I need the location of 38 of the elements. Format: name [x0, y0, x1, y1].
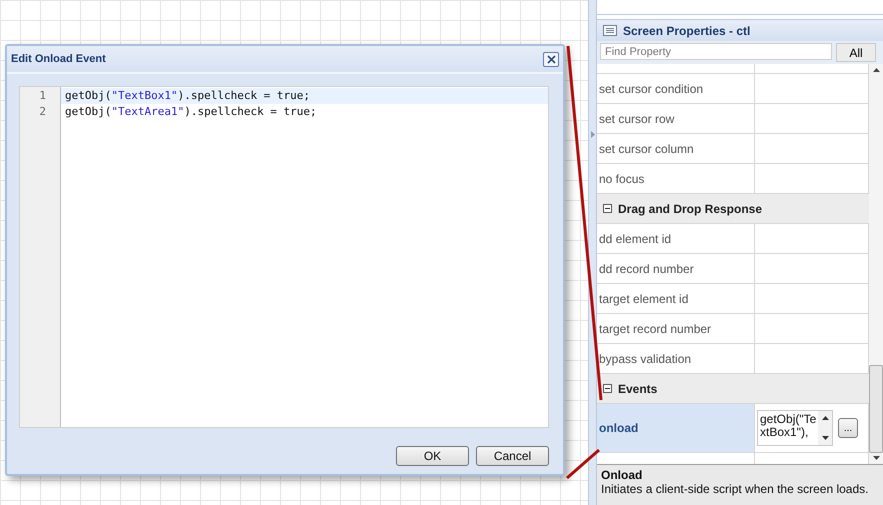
list-icon — [603, 25, 617, 36]
collapse-icon[interactable] — [603, 204, 612, 213]
property-name[interactable]: target record number — [599, 322, 712, 336]
annotation-line — [566, 448, 600, 480]
property-name[interactable]: dd element id — [599, 232, 672, 246]
line-number: 2 — [38, 104, 47, 120]
scroll-up-icon[interactable] — [822, 416, 828, 420]
description-text: Initiates a client-side script when the screen loads. — [601, 482, 870, 496]
property-name[interactable]: set cursor row — [599, 112, 674, 126]
code-editor[interactable]: 1 2 getObj("TextBox1").spellcheck = true; getObj("TextArea1").spellcheck = true; — [19, 86, 549, 428]
ok-button[interactable]: OK — [396, 446, 469, 466]
description-title: Onload — [601, 468, 644, 482]
script-field[interactable]: getObj("TextBox1"), — [757, 410, 833, 446]
line-number: 1 — [38, 88, 47, 104]
scrollbar-thumb[interactable] — [869, 365, 883, 453]
collapse-icon[interactable] — [603, 384, 612, 393]
close-icon — [546, 54, 556, 64]
cancel-button[interactable]: Cancel — [476, 446, 549, 466]
all-button[interactable]: All — [836, 43, 876, 62]
section-header[interactable]: Events — [618, 382, 658, 396]
splitter-handle[interactable] — [588, 0, 597, 505]
property-name[interactable]: bypass validation — [599, 352, 692, 366]
property-name[interactable]: onload — [599, 421, 638, 435]
property-name[interactable]: set cursor column — [599, 142, 694, 156]
property-name[interactable]: no focus — [599, 172, 644, 186]
property-name[interactable]: dd record number — [599, 262, 694, 276]
scroll-down-icon[interactable] — [822, 436, 828, 440]
panel-title: Screen Properties - ctl — [623, 24, 750, 38]
scroll-down-icon[interactable] — [872, 456, 880, 460]
edit-button[interactable]: ... — [838, 418, 858, 438]
search-field[interactable]: Find Property — [600, 43, 832, 60]
scroll-up-icon[interactable] — [872, 68, 880, 72]
property-name[interactable]: target element id — [599, 292, 688, 306]
window-title: Edit Onload Event — [11, 53, 106, 65]
property-name[interactable]: set cursor condition — [599, 82, 704, 96]
code-line: getObj("TextArea1").spellcheck = true; — [64, 104, 318, 120]
scrollbar[interactable] — [869, 64, 883, 464]
close-button[interactable] — [543, 52, 559, 66]
